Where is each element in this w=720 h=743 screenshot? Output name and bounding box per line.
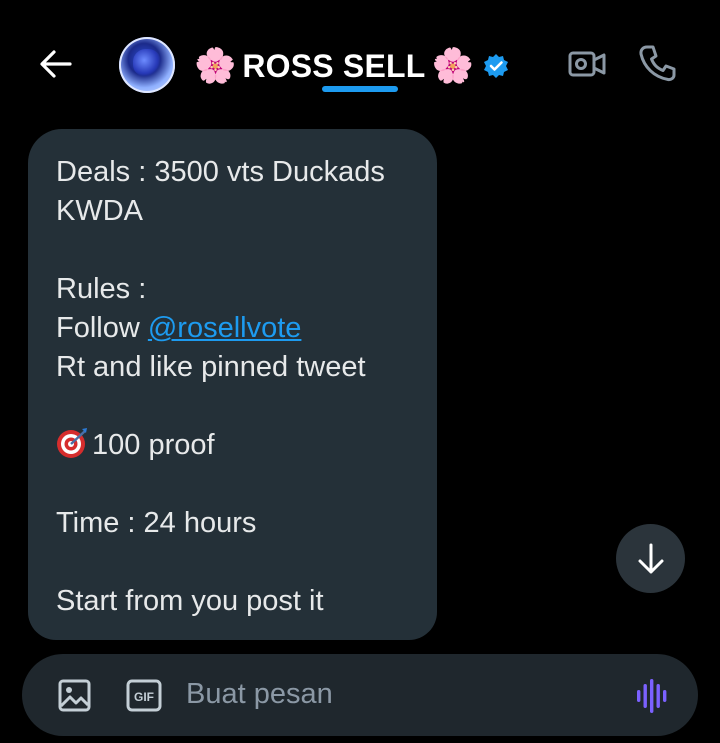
image-icon[interactable] bbox=[58, 679, 91, 712]
message-line: Rt and like pinned tweet bbox=[56, 351, 366, 383]
video-call-icon[interactable] bbox=[567, 44, 607, 84]
direct-hit-emoji-icon bbox=[57, 428, 87, 458]
message-line: Time : 24 hours bbox=[56, 507, 257, 539]
conversation-title[interactable]: 🌸 ROSS SELL 🌸 bbox=[194, 44, 510, 88]
message-line: Rules : bbox=[56, 273, 147, 305]
cherry-blossom-emoji-right: 🌸 bbox=[431, 46, 474, 86]
voice-message-icon[interactable] bbox=[636, 678, 670, 714]
message-line bbox=[56, 543, 419, 582]
conversation-header: 🌸 ROSS SELL 🌸 bbox=[0, 0, 720, 125]
title-underline bbox=[322, 86, 398, 92]
message-line bbox=[56, 465, 419, 504]
gif-icon[interactable]: GIF bbox=[126, 679, 162, 712]
phone-icon[interactable] bbox=[636, 42, 678, 84]
avatar-rose-image bbox=[133, 49, 161, 77]
message-line bbox=[56, 387, 419, 426]
back-arrow-icon[interactable] bbox=[36, 44, 76, 84]
follow-text: Follow bbox=[56, 312, 148, 344]
message-line: KWDA bbox=[56, 195, 143, 227]
arrow-down-icon bbox=[638, 543, 663, 573]
proof-text: 100 proof bbox=[92, 429, 215, 461]
message-bubble[interactable]: Deals : 3500 vts Duckads KWDA Rules : Fo… bbox=[28, 129, 437, 640]
message-input[interactable]: Buat pesan bbox=[186, 678, 333, 711]
mention-link[interactable]: @rosellvote bbox=[148, 312, 302, 344]
svg-text:GIF: GIF bbox=[134, 690, 154, 704]
scroll-to-bottom-button[interactable] bbox=[616, 524, 685, 593]
cherry-blossom-emoji-left: 🌸 bbox=[194, 46, 237, 86]
message-text: Deals : 3500 vts Duckads KWDA Rules : Fo… bbox=[56, 153, 419, 621]
verified-badge-icon bbox=[483, 54, 508, 78]
message-line-proof: 100 proof bbox=[56, 426, 419, 465]
message-line: Deals : 3500 vts Duckads bbox=[56, 156, 385, 188]
message-composer[interactable]: GIF Buat pesan bbox=[22, 654, 698, 736]
message-line: Start from you post it bbox=[56, 585, 324, 617]
contact-name: ROSS SELL bbox=[242, 47, 426, 84]
message-line-follow: Follow @rosellvote bbox=[56, 309, 419, 348]
message-line bbox=[56, 231, 419, 270]
avatar[interactable] bbox=[119, 37, 175, 93]
